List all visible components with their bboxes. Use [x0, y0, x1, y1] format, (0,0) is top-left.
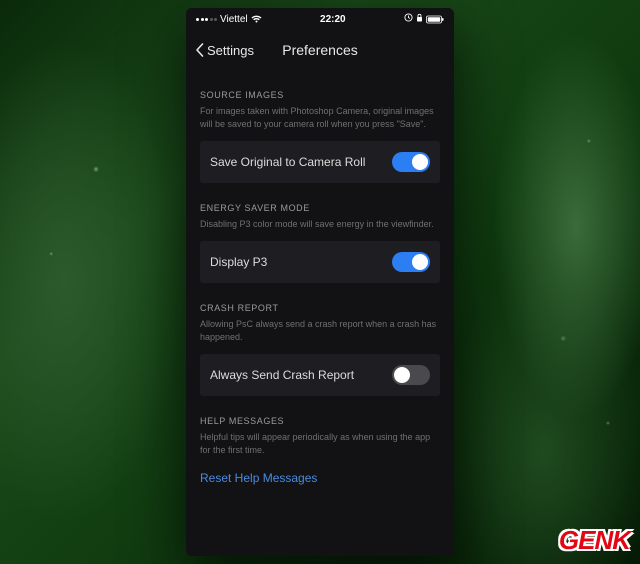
- toggle-crash-report[interactable]: [392, 365, 430, 385]
- nav-bar: Settings Preferences: [186, 30, 454, 70]
- phone-frame: Viettel 22:20 Settings Preferences: [186, 8, 454, 556]
- section-desc-energy-saver: Disabling P3 color mode will save energy…: [200, 218, 440, 231]
- page-title: Preferences: [282, 42, 357, 58]
- back-label: Settings: [207, 43, 254, 58]
- watermark-logo: GENK: [559, 525, 630, 556]
- section-header-source-images: SOURCE IMAGES: [200, 90, 440, 100]
- status-bar: Viettel 22:20: [186, 8, 454, 30]
- section-desc-source-images: For images taken with Photoshop Camera, …: [200, 105, 440, 131]
- toggle-display-p3[interactable]: [392, 252, 430, 272]
- clock: 22:20: [320, 14, 346, 25]
- section-desc-help-messages: Helpful tips will appear periodically as…: [200, 431, 440, 457]
- settings-content[interactable]: SOURCE IMAGES For images taken with Phot…: [186, 70, 454, 556]
- row-crash-report[interactable]: Always Send Crash Report: [200, 354, 440, 396]
- battery-icon: [426, 15, 444, 24]
- row-display-p3[interactable]: Display P3: [200, 241, 440, 283]
- row-save-original[interactable]: Save Original to Camera Roll: [200, 141, 440, 183]
- row-label-display-p3: Display P3: [210, 255, 267, 269]
- chevron-left-icon: [194, 42, 205, 58]
- signal-strength-icon: [196, 18, 217, 21]
- reset-help-messages-link[interactable]: Reset Help Messages: [200, 467, 440, 485]
- back-button[interactable]: Settings: [194, 42, 254, 58]
- section-header-energy-saver: ENERGY SAVER MODE: [200, 203, 440, 213]
- section-header-help-messages: HELP MESSAGES: [200, 416, 440, 426]
- orientation-lock-icon: [404, 13, 413, 25]
- row-label-crash-report: Always Send Crash Report: [210, 368, 354, 382]
- wifi-icon: [251, 15, 262, 23]
- lock-icon: [416, 13, 423, 25]
- section-header-crash-report: CRASH REPORT: [200, 303, 440, 313]
- toggle-save-original[interactable]: [392, 152, 430, 172]
- row-label-save-original: Save Original to Camera Roll: [210, 155, 365, 169]
- carrier-label: Viettel: [220, 14, 248, 25]
- section-desc-crash-report: Allowing PsC always send a crash report …: [200, 318, 440, 344]
